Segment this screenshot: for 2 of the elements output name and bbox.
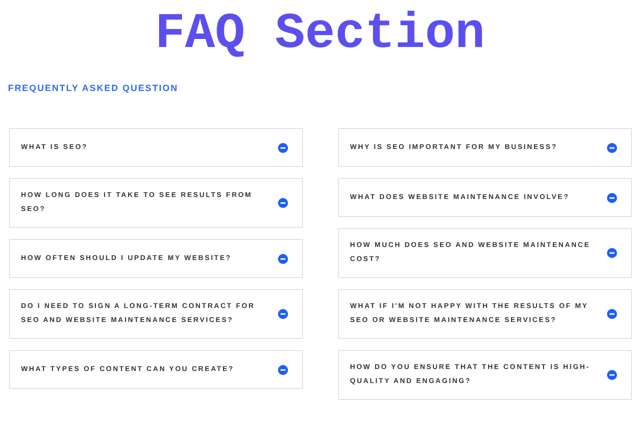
page-title: FAQ Section <box>154 6 486 64</box>
section-subtitle: FREQUENTLY ASKED QUESTION <box>8 82 180 94</box>
